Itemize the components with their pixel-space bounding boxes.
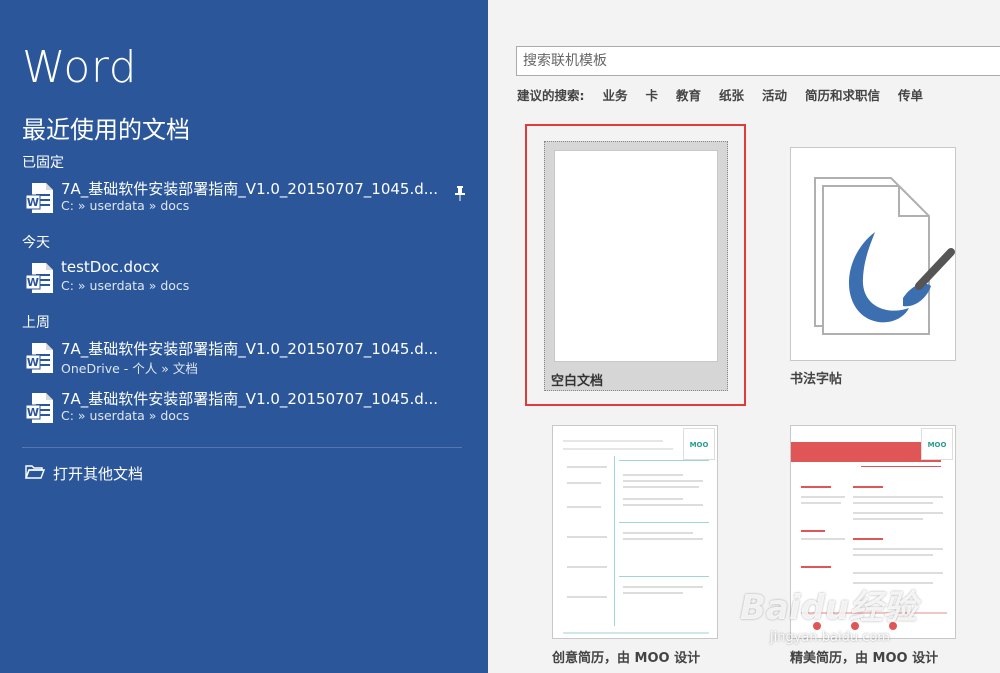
pin-icon[interactable]	[454, 186, 466, 202]
search-box[interactable]	[516, 46, 1000, 76]
template-blank-document[interactable]: 空白文档	[525, 124, 746, 406]
recent-doc-name: 7A_基础软件安装部署指南_V1.0_20150707_1045.d...	[61, 340, 439, 358]
word-doc-icon: W	[26, 183, 53, 213]
moo-logo: MOO	[921, 428, 953, 460]
recent-doc-name: 7A_基础软件安装部署指南_V1.0_20150707_1045.d...	[61, 180, 439, 198]
word-doc-icon: W	[26, 343, 53, 373]
recent-doc-path: OneDrive - 个人 » 文档	[61, 361, 198, 376]
template-calligraphy[interactable]: 书法字帖	[790, 147, 958, 387]
svg-text:W: W	[27, 196, 39, 209]
suggest-tag-resume[interactable]: 简历和求职信	[805, 88, 880, 103]
suggested-searches: 建议的搜索: 业务 卡 教育 纸张 活动 简历和求职信 传单	[517, 85, 923, 104]
group-label-today: 今天	[22, 235, 50, 251]
template-caption: 精美简历，由 MOO 设计	[790, 651, 939, 666]
templates-pane: 建议的搜索: 业务 卡 教育 纸张 活动 简历和求职信 传单 空白文档 书法字帖	[488, 0, 1000, 673]
template-caption: 空白文档	[551, 374, 604, 389]
blank-page-thumbnail	[554, 150, 718, 362]
calligraphy-thumbnail	[790, 147, 956, 361]
suggest-tag-card[interactable]: 卡	[645, 88, 658, 103]
recent-documents-heading: 最近使用的文档	[22, 116, 190, 144]
template-caption: 创意简历，由 MOO 设计	[552, 651, 701, 666]
svg-text:W: W	[27, 276, 39, 289]
search-input[interactable]	[517, 47, 1000, 75]
suggest-tag-education[interactable]: 教育	[676, 88, 701, 103]
recent-doc-item[interactable]: W testDoc.docx C: » userdata » docs	[22, 258, 472, 302]
recent-doc-path: C: » userdata » docs	[61, 408, 190, 423]
recent-doc-name: testDoc.docx	[61, 258, 160, 276]
app-title: Word	[22, 42, 138, 93]
folder-open-icon	[25, 465, 45, 479]
suggest-tag-event[interactable]: 活动	[762, 88, 787, 103]
calligraphy-brush-icon	[814, 177, 955, 335]
recent-doc-path: C: » userdata » docs	[61, 278, 190, 293]
svg-text:W: W	[27, 406, 39, 419]
word-doc-icon: W	[26, 263, 53, 293]
blank-document-tile: 空白文档	[544, 141, 728, 391]
creative-resume-thumbnail: MOO	[552, 425, 718, 639]
word-doc-icon: W	[26, 393, 53, 423]
group-label-pinned: 已固定	[22, 155, 64, 171]
open-other-documents-label: 打开其他文档	[53, 465, 144, 483]
group-label-last-week: 上周	[22, 315, 50, 331]
recent-doc-name: 7A_基础软件安装部署指南_V1.0_20150707_1045.d...	[61, 390, 439, 408]
recent-doc-item[interactable]: W 7A_基础软件安装部署指南_V1.0_20150707_1045.d... …	[22, 178, 472, 222]
template-caption: 书法字帖	[790, 372, 843, 387]
moo-logo: MOO	[683, 428, 715, 460]
template-elegant-resume[interactable]: MOO 精美简历，由 MOO 设计	[790, 425, 958, 666]
suggested-searches-label: 建议的搜索:	[517, 88, 585, 103]
svg-text:W: W	[27, 356, 39, 369]
suggest-tag-paper[interactable]: 纸张	[719, 88, 744, 103]
suggest-tag-flyer[interactable]: 传单	[898, 88, 923, 103]
recent-doc-path: C: » userdata » docs	[61, 198, 190, 213]
recent-doc-item[interactable]: W 7A_基础软件安装部署指南_V1.0_20150707_1045.d... …	[22, 388, 472, 432]
open-other-documents-button[interactable]: 打开其他文档	[22, 460, 222, 486]
template-creative-resume[interactable]: MOO 创意简历，由 MOO 设计	[552, 425, 720, 666]
recent-doc-item[interactable]: W 7A_基础软件安装部署指南_V1.0_20150707_1045.d... …	[22, 338, 472, 382]
recent-documents-pane: Word 最近使用的文档 已固定 W 7A_基础软件安装部署指南_V1.0_20…	[0, 0, 488, 673]
suggest-tag-business[interactable]: 业务	[602, 88, 627, 103]
divider	[22, 447, 462, 448]
elegant-resume-thumbnail: MOO	[790, 425, 956, 639]
